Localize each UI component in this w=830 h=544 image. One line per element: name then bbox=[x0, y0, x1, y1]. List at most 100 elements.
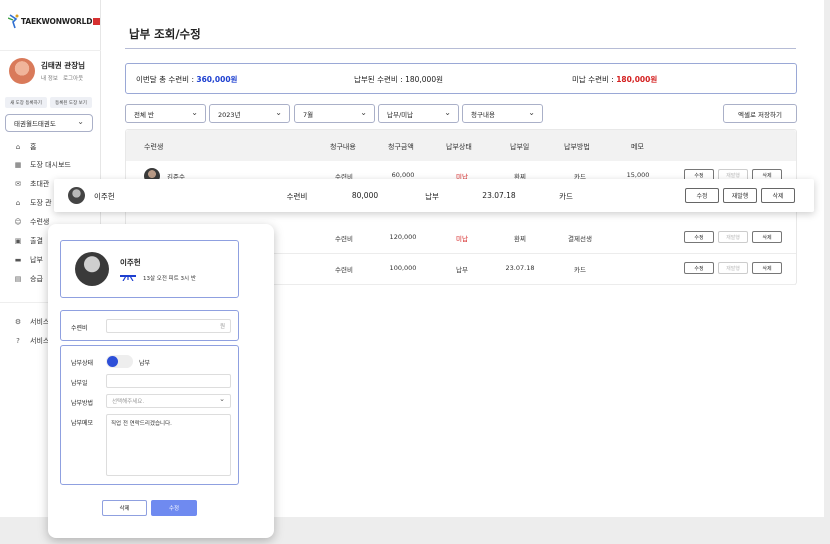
flag-icon bbox=[93, 17, 101, 25]
month-filter-value: 7월 bbox=[303, 110, 314, 119]
user-links: 내 정보 로그아웃 bbox=[41, 74, 88, 82]
excel-export-button[interactable]: 엑셀로 저장하기 bbox=[723, 104, 797, 123]
save-button[interactable]: 수정 bbox=[151, 500, 197, 516]
summary-unpaid-label: 미납 수련비 : bbox=[572, 75, 617, 84]
summary-total-label: 이번달 총 수련비 : bbox=[136, 75, 197, 84]
chevron-down-icon: ⌄ bbox=[360, 108, 367, 117]
calendar-icon: ▣ bbox=[14, 237, 22, 245]
nav-item-dashboard[interactable]: ▦ 도장 대시보드 bbox=[14, 158, 94, 172]
header-date: 납부일 bbox=[510, 143, 530, 151]
cell-date: 23.07.18 bbox=[505, 264, 535, 272]
reissue-button[interactable]: 재발행 bbox=[723, 188, 757, 203]
dojo-icon: ⌂ bbox=[15, 199, 21, 207]
cell-memo: 15,000 bbox=[626, 171, 650, 179]
cell-date: 23.07.18 bbox=[482, 191, 516, 200]
logout-link[interactable]: 로그아웃 bbox=[63, 76, 83, 82]
settings-icon: ⚙ bbox=[14, 318, 22, 326]
nav-label: 초대관 bbox=[30, 180, 50, 188]
cell-method: 카드 bbox=[559, 192, 573, 201]
header-memo: 메모 bbox=[631, 143, 644, 151]
reissue-button[interactable]: 재발행 bbox=[718, 262, 748, 274]
chevron-down-icon: ⌄ bbox=[444, 108, 451, 117]
year-filter[interactable]: 2023년 ⌄ bbox=[209, 104, 290, 123]
fee-label: 수련비 bbox=[71, 325, 88, 332]
method-select[interactable]: 선택해주세요. ⌄ bbox=[106, 394, 231, 408]
delete-button[interactable]: 삭제 bbox=[752, 231, 782, 243]
chevron-down-icon: ⌄ bbox=[191, 108, 198, 117]
card-icon: ▬ bbox=[14, 256, 22, 264]
class-filter[interactable]: 전체 반 ⌄ bbox=[125, 104, 206, 123]
logo[interactable]: TAEKWONWORLD bbox=[8, 13, 101, 29]
student-name: 이주헌 bbox=[120, 258, 141, 267]
invite-icon: ✉ bbox=[15, 180, 21, 188]
edit-button[interactable]: 수정 bbox=[684, 231, 714, 243]
dojo-select[interactable]: 태권월드태권도 ⌄ bbox=[5, 114, 93, 132]
students-icon: ☺ bbox=[14, 218, 22, 226]
dojo-select-value: 태권월드태권도 bbox=[14, 120, 56, 128]
nav-item-home[interactable]: ⌂ 홈 bbox=[14, 140, 94, 154]
divider bbox=[125, 48, 796, 49]
home-icon: ⌂ bbox=[15, 143, 21, 151]
header-status: 납부상태 bbox=[446, 143, 472, 151]
fee-card: 수련비 원 bbox=[60, 310, 239, 341]
belt-icon bbox=[120, 275, 136, 281]
header-item: 청구내용 bbox=[330, 143, 356, 151]
cell-amount: 100,000 bbox=[389, 264, 417, 272]
summary-total: 이번달 총 수련비 : 360,000원 bbox=[136, 74, 237, 85]
class-filter-value: 전체 반 bbox=[134, 110, 155, 119]
student-avatar bbox=[75, 252, 109, 286]
item-filter[interactable]: 청구내용 ⌄ bbox=[462, 104, 543, 123]
delete-button[interactable]: 삭제 bbox=[752, 262, 782, 274]
nav-label: 서비스 bbox=[30, 337, 50, 345]
date-input[interactable] bbox=[106, 374, 231, 388]
selected-table-row[interactable]: 이주헌 수련비 80,000 납부 23.07.18 카드 수정 재발행 삭제 bbox=[54, 179, 814, 212]
nav-label: 도장 대시보드 bbox=[30, 161, 71, 169]
cell-method: 카드 bbox=[574, 266, 586, 274]
cell-date: 환찌 bbox=[514, 235, 526, 243]
cell-status: 납부 bbox=[456, 266, 468, 274]
summary-paid: 납부된 수련비 : 180,000원 bbox=[354, 75, 443, 84]
logo-mark-icon bbox=[8, 14, 19, 29]
student-avatar bbox=[68, 187, 85, 204]
nav-label: 출결 bbox=[30, 237, 43, 245]
fee-input[interactable]: 원 bbox=[106, 319, 231, 333]
cell-method: 결제선생 bbox=[568, 235, 592, 243]
status-toggle[interactable] bbox=[106, 355, 133, 368]
edit-button[interactable]: 수정 bbox=[685, 188, 719, 203]
status-filter[interactable]: 납부/미납 ⌄ bbox=[378, 104, 459, 123]
user-name: 김태권 관장님 bbox=[41, 61, 86, 70]
edit-button[interactable]: 수정 bbox=[684, 262, 714, 274]
chevron-down-icon: ⌄ bbox=[77, 117, 84, 126]
my-info-link[interactable]: 내 정보 bbox=[41, 76, 58, 82]
chevron-down-icon: ⌄ bbox=[219, 395, 225, 403]
register-dojo-button[interactable]: 새 도장 등록하기 bbox=[5, 97, 47, 108]
summary-box: 이번달 총 수련비 : 360,000원 납부된 수련비 : 180,000원 … bbox=[125, 63, 797, 94]
cell-amount: 120,000 bbox=[389, 233, 417, 241]
delete-button[interactable]: 삭제 bbox=[102, 500, 147, 516]
student-name: 이주헌 bbox=[94, 192, 115, 201]
payment-edit-panel: 이주헌 13살 오전 피트 3시 반 수련비 원 납부상태 납부 납부일 납부방… bbox=[48, 224, 274, 538]
fee-unit: 원 bbox=[219, 324, 225, 330]
avatar[interactable] bbox=[9, 58, 35, 84]
month-filter[interactable]: 7월 ⌄ bbox=[294, 104, 375, 123]
memo-textarea[interactable]: 직업 전 연락드리겠습니다. bbox=[106, 414, 231, 476]
view-dojo-button[interactable]: 등록된 도장 보기 bbox=[50, 97, 92, 108]
nav-label: 수련생 bbox=[30, 218, 50, 226]
rank-icon: ▤ bbox=[14, 275, 22, 283]
memo-label: 납부메모 bbox=[71, 420, 94, 427]
status-label: 납부상태 bbox=[71, 360, 94, 367]
nav-label: 납부 bbox=[30, 256, 43, 264]
reissue-button[interactable]: 재발행 bbox=[718, 231, 748, 243]
cell-item: 수련비 bbox=[335, 266, 353, 274]
date-label: 납부일 bbox=[71, 380, 88, 387]
cell-item: 수련비 bbox=[335, 235, 353, 243]
chevron-down-icon: ⌄ bbox=[275, 108, 282, 117]
method-placeholder: 선택해주세요. bbox=[112, 399, 145, 405]
chevron-down-icon: ⌄ bbox=[528, 108, 535, 117]
method-label: 납부방법 bbox=[71, 400, 94, 407]
page-title: 납부 조회/수정 bbox=[129, 27, 201, 41]
status-filter-value: 납부/미납 bbox=[387, 110, 414, 119]
nav-label: 서비스 bbox=[30, 318, 50, 326]
delete-button[interactable]: 삭제 bbox=[761, 188, 795, 203]
student-profile-card: 이주헌 13살 오전 피트 3시 반 bbox=[60, 240, 239, 298]
